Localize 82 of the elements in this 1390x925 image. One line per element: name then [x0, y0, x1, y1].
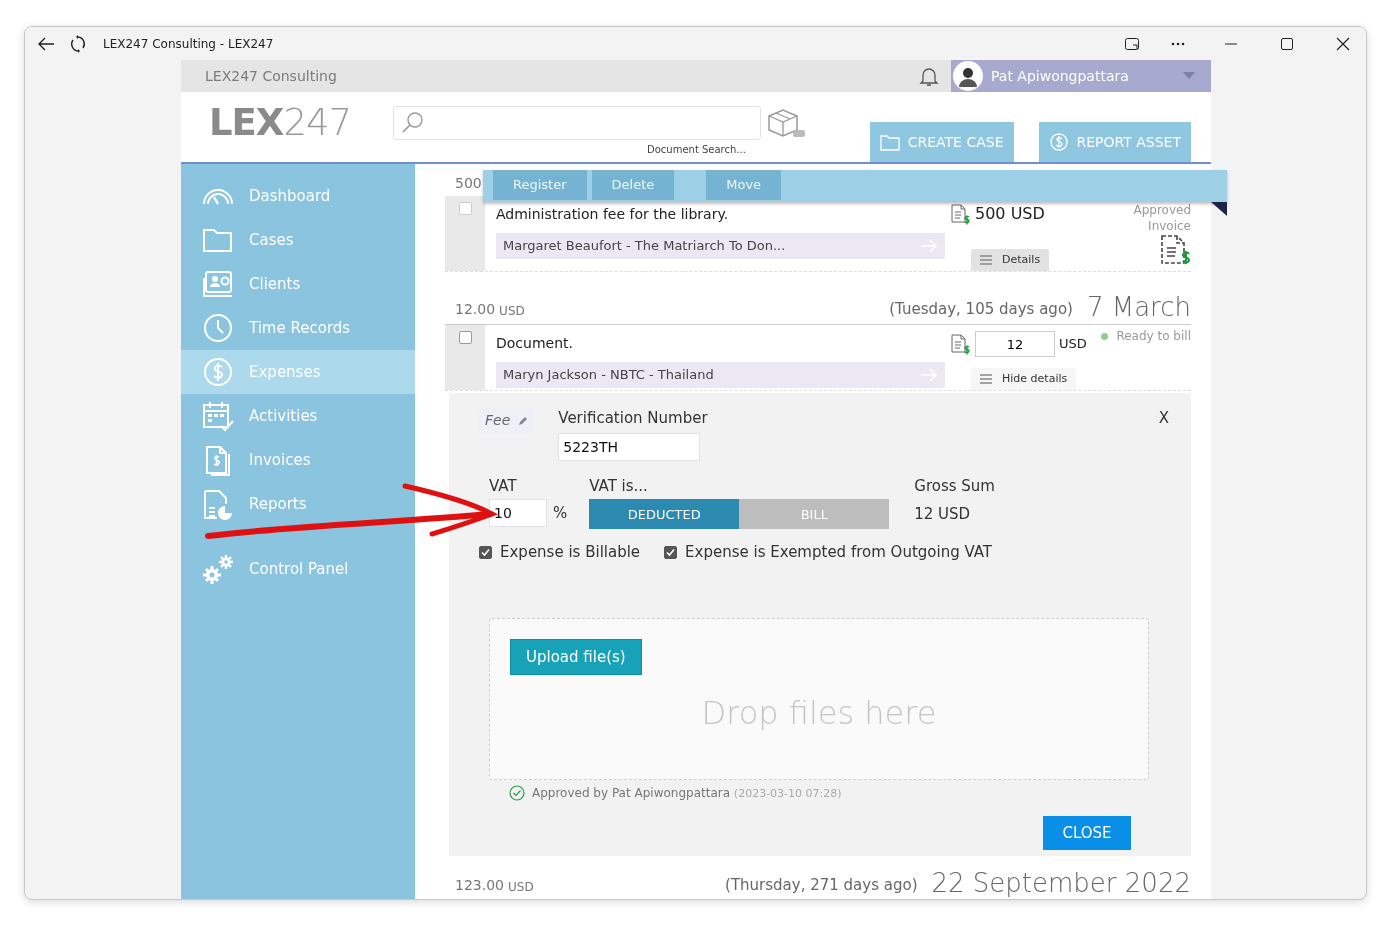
row-checkbox[interactable] — [458, 331, 472, 344]
field-label: Verification Number — [558, 408, 708, 429]
status-label: Approved — [1133, 202, 1191, 218]
verification-field[interactable]: 5223TH — [558, 432, 701, 461]
vat-option-button[interactable]: BILL — [739, 499, 890, 529]
calendar-icon — [201, 400, 235, 432]
currency-label: USD — [508, 879, 534, 896]
invoice-dollar-icon — [1159, 234, 1191, 266]
document-chart-icon — [201, 488, 235, 520]
approval-note: Approved by Pat Apiwongpattara (2023-03-10 07:28) — [532, 784, 842, 802]
percent-sign: % — [553, 502, 568, 524]
sidebar-item[interactable]: Clients — [181, 262, 415, 306]
back-icon[interactable] — [37, 35, 55, 52]
report-asset-button[interactable]: REPORT ASSET — [1038, 122, 1191, 162]
invoice-dollar-icon — [949, 333, 971, 355]
gross-sum-value: 12 USD — [914, 504, 972, 525]
matter-link[interactable]: Margaret Beaufort - The Matriarch To Don... — [496, 233, 945, 259]
company-name: LEX247 Consulting — [205, 66, 337, 86]
dismiss-button[interactable]: X — [1158, 407, 1169, 430]
clock-icon — [201, 312, 235, 344]
search-caption: Document Search... — [647, 143, 746, 157]
list-icon — [980, 254, 992, 265]
close-button[interactable]: CLOSE — [1043, 816, 1131, 850]
expense-description: Administration fee for the library. — [496, 205, 730, 224]
ribbon-fold-icon — [1211, 202, 1227, 216]
pencil-icon — [518, 415, 529, 426]
checkbox-label: Expense is Billable — [500, 542, 641, 563]
user-name: Pat Apiwongpattara — [991, 66, 1130, 86]
checkbox-label: Expense is Exempted from Outgoing VAT — [685, 542, 992, 563]
check-circle-icon — [509, 784, 525, 801]
field-label: VAT — [489, 475, 518, 497]
list-icon — [980, 373, 992, 384]
currency-label: USD — [1059, 335, 1087, 354]
row-checkbox[interactable] — [458, 202, 472, 215]
logo: LEX247 — [209, 104, 351, 141]
create-case-button[interactable]: CREATE CASE — [869, 122, 1014, 162]
search-field[interactable] — [393, 106, 761, 140]
contact-card-icon — [201, 268, 235, 300]
window-title: LEX247 Consulting - LEX247 — [103, 35, 274, 53]
currency-label: USD — [499, 303, 525, 320]
dollar-circle-icon — [1048, 133, 1069, 151]
vat-option-button[interactable]: DEDUCTED — [589, 499, 740, 529]
hide-details-button[interactable]: Hide details — [971, 367, 1077, 390]
amount-total: 123.00 — [455, 876, 504, 895]
checkbox[interactable] — [664, 545, 678, 559]
amount-total: 12.00 — [455, 300, 496, 319]
sidebar-item[interactable]: Reports — [181, 482, 415, 526]
sidebar-item[interactable]: Time Records — [181, 306, 415, 350]
details-button[interactable]: Details — [971, 248, 1050, 271]
close-icon[interactable] — [1336, 36, 1350, 51]
dollar-circle-icon — [201, 356, 235, 388]
sidebar-item[interactable]: Cases — [181, 218, 415, 262]
fee-tag[interactable]: Fee — [479, 407, 535, 434]
user-menu[interactable]: Pat Apiwongpattara — [951, 60, 1211, 92]
maximize-icon[interactable] — [1280, 36, 1294, 51]
field-label: Gross Sum — [914, 475, 995, 497]
invoice-dollar-icon — [949, 203, 971, 225]
app-window-icon[interactable] — [1124, 35, 1140, 52]
group-date: 7 March — [1086, 294, 1191, 320]
refresh-icon[interactable] — [69, 34, 87, 53]
field-label: VAT is... — [589, 475, 649, 497]
folder-icon — [879, 133, 900, 151]
amount-total: 500 — [455, 173, 482, 193]
group-date: 22 September 2022 — [931, 870, 1191, 896]
sidebar-item[interactable]: Control Panel — [181, 547, 415, 591]
status-label: Ready to bill — [1116, 328, 1191, 345]
caret-icon — [1183, 72, 1195, 80]
expense-description: Document. — [496, 334, 574, 353]
status-label: Invoice — [1148, 218, 1191, 234]
checkbox[interactable] — [479, 545, 492, 559]
matter-link[interactable]: Maryn Jackson - NBTC - Thailand — [496, 362, 945, 388]
sidebar-item[interactable]: Expenses — [181, 350, 415, 394]
sidebar-item[interactable]: Invoices — [181, 438, 415, 482]
relative-date: (Thursday, 271 days ago) — [725, 874, 918, 896]
sidebar-item[interactable]: Activities — [181, 394, 415, 438]
amount-input[interactable]: 12 — [975, 331, 1055, 357]
upload-button[interactable]: Upload file(s) — [510, 638, 642, 675]
vat-field[interactable]: 10 — [489, 499, 547, 527]
relative-date: (Tuesday, 105 days ago) — [889, 298, 1073, 320]
amount-value: 500 USD — [975, 203, 1045, 225]
sidebar-item[interactable]: Dashboard — [181, 174, 415, 218]
gears-icon — [201, 553, 235, 585]
